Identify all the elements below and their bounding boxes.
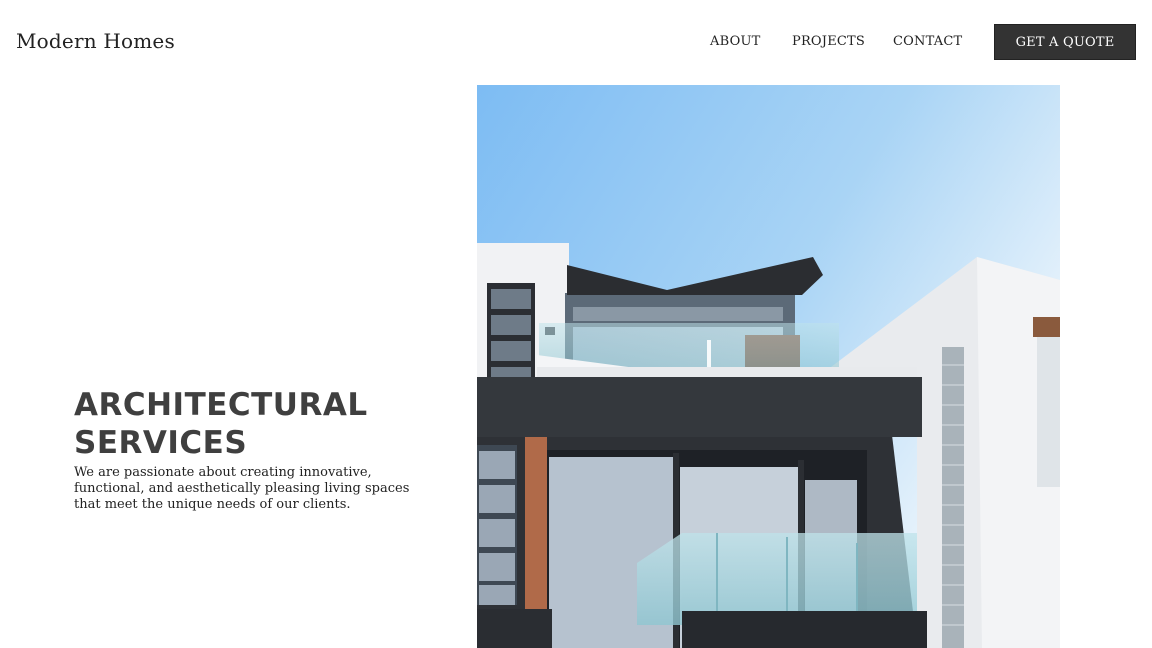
nav-link-contact[interactable]: CONTACT [893, 34, 962, 49]
hero-title-line-2: SERVICES [74, 425, 248, 461]
hero-description: We are passionate about creating innovat… [74, 465, 410, 512]
site-logo[interactable]: Modern Homes [16, 29, 175, 53]
hero-title: ARCHITECTURAL SERVICES [74, 386, 424, 462]
nav-link-about[interactable]: ABOUT [710, 34, 760, 49]
nav-link-projects[interactable]: PROJECTS [792, 34, 865, 49]
get-a-quote-button[interactable]: GET A QUOTE [994, 24, 1136, 60]
hero-building-photo [477, 85, 1060, 648]
hero-section: ARCHITECTURAL SERVICES We are passionate… [74, 386, 424, 513]
hero-title-line-1: ARCHITECTURAL [74, 387, 368, 423]
